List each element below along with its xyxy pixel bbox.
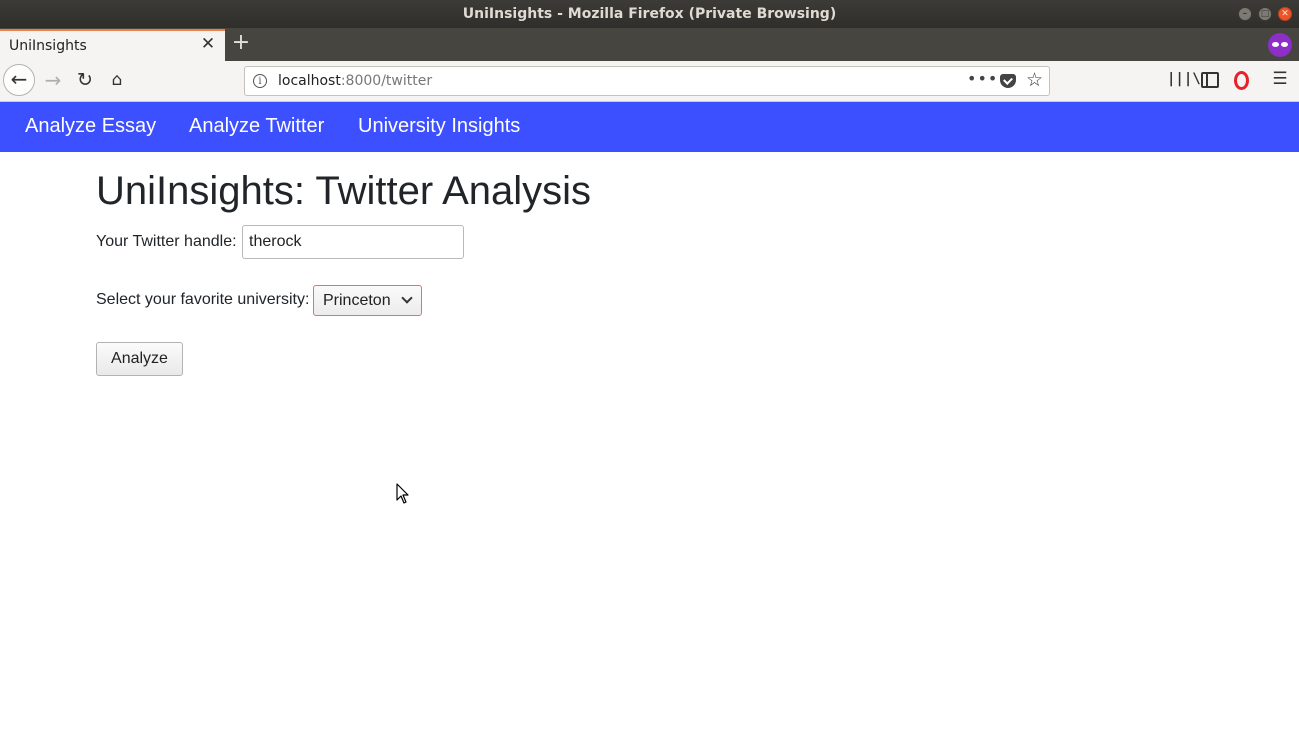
close-window-button[interactable]: ✕ [1278, 7, 1292, 21]
nav-link-analyze-twitter[interactable]: Analyze Twitter [189, 115, 324, 138]
maximize-icon: □ [1260, 9, 1270, 19]
info-icon[interactable]: i [253, 74, 267, 88]
minimize-icon: – [1242, 9, 1248, 19]
forward-button[interactable]: → [37, 64, 69, 96]
maximize-button[interactable]: □ [1258, 7, 1272, 21]
new-tab-button[interactable]: + [230, 32, 252, 56]
university-label: Select your favorite university: [96, 291, 310, 308]
url-bar[interactable]: i localhost:8000/twitter ••• ☆ [244, 66, 1050, 96]
nav-link-analyze-essay[interactable]: Analyze Essay [25, 115, 156, 138]
url-text[interactable]: localhost:8000/twitter [278, 73, 432, 89]
app-navbar: Analyze Essay Analyze Twitter University… [0, 102, 1299, 152]
nav-link-university-insights[interactable]: University Insights [358, 115, 520, 138]
home-button[interactable]: ⌂ [101, 64, 133, 96]
sidebar-icon[interactable] [1199, 69, 1219, 89]
back-button[interactable]: ← [3, 64, 35, 96]
window-title: UniInsights - Mozilla Firefox (Private B… [462, 6, 837, 22]
university-select[interactable]: Princeton [313, 285, 422, 316]
tab-close-icon[interactable]: ✕ [199, 35, 217, 53]
twitter-handle-label: Your Twitter handle: [96, 233, 237, 250]
page-content: Analyze Essay Analyze Twitter University… [0, 102, 1299, 741]
analyze-button[interactable]: Analyze [96, 342, 183, 376]
hamburger-menu-icon[interactable]: ☰ [1270, 69, 1290, 89]
mouse-cursor-icon [396, 483, 409, 504]
reload-icon: ↻ [77, 69, 93, 91]
forward-arrow-icon: → [44, 68, 62, 92]
window-titlebar: UniInsights - Mozilla Firefox (Private B… [0, 0, 1299, 28]
tab-strip: UniInsights ✕ + [0, 28, 1299, 61]
home-icon: ⌂ [111, 70, 123, 90]
navigation-toolbar: ← → ↻ ⌂ i localhost:8000/twitter ••• ☆ |… [0, 61, 1299, 102]
private-browsing-icon [1268, 33, 1292, 57]
back-arrow-icon: ← [10, 67, 28, 91]
url-path: :8000/twitter [340, 73, 433, 89]
minimize-button[interactable]: – [1238, 7, 1252, 21]
page-title: UniInsights: Twitter Analysis [96, 169, 592, 213]
star-icon[interactable]: ☆ [1026, 69, 1043, 91]
twitter-handle-input[interactable] [242, 225, 464, 259]
tab-uniinsights[interactable]: UniInsights ✕ [0, 29, 225, 61]
reload-button[interactable]: ↻ [69, 64, 101, 96]
tab-title: UniInsights [9, 38, 87, 54]
university-selected-value: Princeton [323, 292, 391, 309]
chevron-down-icon [401, 292, 413, 304]
more-dots-icon[interactable]: ••• [967, 69, 998, 88]
pocket-icon[interactable] [1000, 74, 1016, 88]
library-icon[interactable]: |||\ [1167, 69, 1201, 89]
opera-icon[interactable] [1231, 69, 1251, 90]
close-icon: ✕ [1281, 9, 1289, 19]
url-host: localhost [278, 73, 341, 89]
